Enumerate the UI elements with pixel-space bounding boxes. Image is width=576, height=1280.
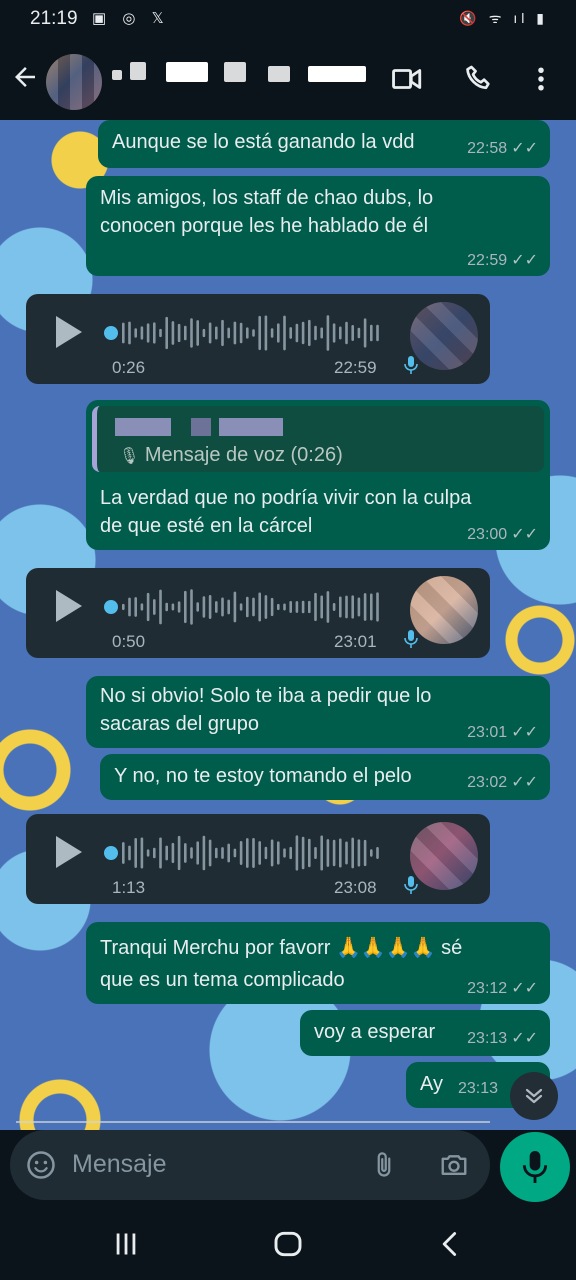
voice-scrubber[interactable] (104, 846, 118, 860)
sender-avatar (410, 576, 478, 644)
scroll-to-bottom-button[interactable] (510, 1072, 558, 1120)
message-bubble-outgoing-reply[interactable]: 🎙 Mensaje de voz (0:26) La verdad que no… (86, 400, 550, 550)
recents-icon[interactable] (112, 1230, 140, 1258)
waveform (122, 835, 379, 871)
divider (16, 1121, 490, 1123)
message-bubble-outgoing[interactable]: No si obvio! Solo te iba a pedir que lo … (86, 676, 550, 748)
mic-badge-icon (404, 356, 418, 374)
message-input[interactable]: Mensaje (72, 1150, 167, 1179)
play-icon[interactable] (56, 836, 82, 868)
play-icon[interactable] (56, 590, 82, 622)
redacted-name-block (130, 62, 146, 80)
chat-area[interactable]: Aunque se lo está ganando la vdd 22:58 ✓✓… (0, 120, 576, 1130)
double-check-icon: ✓✓ (511, 980, 538, 997)
message-text: Mis amigos, los staff de chao dubs, lo c… (100, 187, 434, 237)
voice-message-incoming[interactable]: 0:26 22:59 (26, 294, 490, 384)
waveform (122, 315, 379, 351)
camera-icon[interactable] (438, 1150, 470, 1180)
mic-badge-icon (404, 630, 418, 648)
message-meta: 23:00 ✓✓ (467, 524, 538, 544)
home-icon[interactable] (272, 1228, 304, 1260)
voice-message-incoming[interactable]: 1:13 23:08 (26, 814, 490, 904)
redacted-name-block (224, 62, 246, 82)
voice-duration: 0:50 (112, 632, 146, 651)
mic-icon: 🎙 (119, 448, 140, 465)
voice-scrubber[interactable] (104, 600, 118, 614)
message-time: 23:01 (467, 724, 508, 741)
chat-header (0, 38, 576, 120)
back-arrow-icon[interactable] (10, 62, 40, 92)
message-composer[interactable]: Mensaje (10, 1130, 490, 1200)
nav-back-icon[interactable] (436, 1228, 464, 1260)
double-check-icon: ✓✓ (511, 526, 538, 543)
play-icon[interactable] (56, 316, 82, 348)
redacted-name-block (268, 66, 290, 82)
voice-scrubber[interactable] (104, 326, 118, 340)
message-time: 22:59 (467, 252, 508, 269)
double-check-icon: ✓✓ (511, 774, 538, 791)
status-bar: 21:19 ▣ ◎ 𝕏 🔇 ᯤ ıl ▮ (0, 0, 576, 38)
message-time: 23:08 (334, 878, 377, 897)
emoji-icon[interactable] (26, 1150, 56, 1180)
status-time: 21:19 (30, 8, 78, 29)
more-vert-icon[interactable] (526, 62, 556, 96)
message-text: Ay (420, 1073, 443, 1095)
message-time: 23:13 (458, 1080, 499, 1097)
system-nav-bar (0, 1208, 576, 1280)
message-bubble-outgoing[interactable]: voy a esperar 23:13 ✓✓ (300, 1010, 550, 1056)
contact-avatar[interactable] (46, 54, 102, 110)
message-time: 23:01 (334, 632, 377, 651)
voice-record-button[interactable] (500, 1132, 570, 1202)
message-bubble-outgoing[interactable]: Y no, no te estoy tomando el pelo 23:02 ✓… (100, 754, 550, 800)
video-call-icon[interactable] (390, 62, 424, 96)
message-text: No si obvio! Solo te iba a pedir que lo … (100, 685, 432, 735)
message-text: La verdad que no podría vivir con la cul… (100, 487, 472, 537)
sender-avatar (410, 302, 478, 370)
double-check-icon: ✓✓ (511, 724, 538, 741)
double-chevron-down-icon (525, 1088, 543, 1104)
message-meta: 22:59 ✓✓ (467, 250, 538, 270)
message-time: 23:13 (467, 1030, 508, 1047)
voice-duration: 0:26 (112, 358, 146, 377)
message-time: 22:58 (467, 140, 508, 157)
message-bubble-outgoing[interactable]: Mis amigos, los staff de chao dubs, lo c… (86, 176, 550, 276)
message-time: 23:02 (467, 774, 508, 791)
quoted-message[interactable]: 🎙 Mensaje de voz (0:26) (92, 406, 544, 472)
message-meta: 23:12 ✓✓ (467, 978, 538, 998)
message-text: Tranqui Merchu por favorr 🙏🙏🙏🙏 sé que es… (100, 937, 463, 991)
quoted-text: 🎙 Mensaje de voz (0:26) (119, 444, 343, 467)
message-meta: 23:02 ✓✓ (467, 772, 538, 792)
message-bubble-outgoing[interactable]: Tranqui Merchu por favorr 🙏🙏🙏🙏 sé que es… (86, 922, 550, 1004)
message-text: voy a esperar (314, 1021, 436, 1043)
message-time: 22:59 (334, 358, 377, 377)
message-time: 23:00 (467, 526, 508, 543)
message-text: Aunque se lo está ganando la vdd (112, 131, 415, 153)
voice-message-incoming[interactable]: 0:50 23:01 (26, 568, 490, 658)
system-icons: 🔇 ᯤ ıl ▮ (459, 10, 548, 26)
message-text: Y no, no te estoy tomando el pelo (114, 765, 412, 787)
quoted-voice-label: Mensaje de voz (0:26) (144, 444, 343, 466)
waveform (122, 589, 379, 625)
voice-duration: 1:13 (112, 878, 146, 897)
double-check-icon: ✓✓ (511, 140, 538, 157)
message-meta: 23:13 (458, 1080, 498, 1098)
mic-badge-icon (404, 876, 418, 894)
message-meta: 23:01 ✓✓ (467, 722, 538, 742)
redacted-name-block (112, 70, 122, 80)
notification-icons: ▣ ◎ 𝕏 (92, 10, 170, 27)
double-check-icon: ✓✓ (511, 1030, 538, 1047)
double-check-icon: ✓✓ (511, 252, 538, 269)
phone-icon[interactable] (462, 62, 496, 96)
paperclip-icon[interactable] (370, 1150, 398, 1180)
sender-avatar (410, 822, 478, 890)
message-meta: 22:58 ✓✓ (467, 138, 538, 158)
message-time: 23:12 (467, 980, 508, 997)
mic-icon (522, 1151, 548, 1183)
redacted-name-block (166, 62, 208, 82)
message-bubble-outgoing[interactable]: Aunque se lo está ganando la vdd 22:58 ✓✓ (98, 120, 550, 168)
message-meta: 23:13 ✓✓ (467, 1028, 538, 1048)
redacted-name-block (308, 66, 366, 82)
